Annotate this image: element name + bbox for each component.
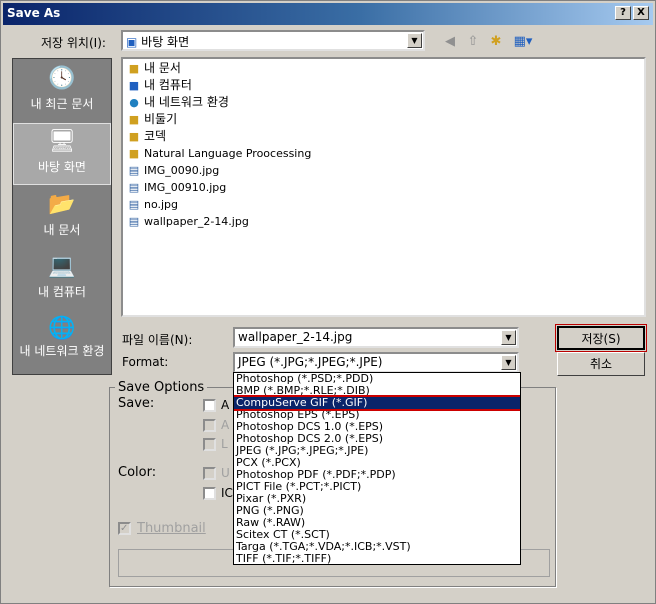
image-file-icon: ▤: [128, 164, 140, 177]
color-option-label: IC: [221, 486, 233, 500]
filename-value: wallpaper_2-14.jpg: [238, 330, 353, 344]
color-option-checkbox[interactable]: [203, 487, 216, 500]
chevron-down-icon[interactable]: ▼: [501, 330, 516, 345]
thumbnail-checkbox: ✓: [118, 522, 131, 535]
filename-combo[interactable]: wallpaper_2-14.jpg ▼: [233, 327, 519, 348]
network-icon: ●: [129, 96, 139, 109]
filename-label: 파일 이름(N):: [122, 333, 193, 347]
save-option-label: A: [221, 398, 230, 412]
format-dropdown-list[interactable]: Photoshop (*.PSD;*.PDD) BMP (*.BMP;*.RLE;…: [233, 372, 521, 565]
list-item[interactable]: ■ 비둘기: [127, 111, 177, 128]
image-file-icon: ▤: [128, 215, 140, 228]
save-label: Save:: [118, 396, 155, 411]
place-recent-documents[interactable]: 🕓 내 최근 문서: [13, 61, 111, 123]
format-option[interactable]: TIFF (*.TIF;*.TIFF): [234, 553, 520, 565]
save-option-checkbox[interactable]: [203, 399, 216, 412]
list-item[interactable]: ▤ IMG_0090.jpg: [127, 162, 219, 179]
place-label: 내 최근 문서: [30, 97, 94, 111]
save-in-combo[interactable]: ▣ 바탕 화면 ▼: [121, 30, 425, 51]
format-combo[interactable]: JPEG (*.JPG;*.JPEG;*.JPE) ▼: [233, 352, 519, 373]
place-desktop[interactable]: 🖥 바탕 화면: [13, 123, 111, 185]
list-item[interactable]: ▤ IMG_00910.jpg: [127, 179, 226, 196]
color-option-label: U: [221, 466, 230, 480]
chevron-down-icon[interactable]: ▼: [407, 33, 422, 48]
place-my-computer[interactable]: 💻 내 컴퓨터: [13, 249, 111, 311]
back-icon[interactable]: ◀: [441, 33, 459, 51]
desktop-small-icon: ▣: [126, 35, 142, 49]
network-places-icon: 🌐: [48, 316, 76, 341]
image-file-icon: ▤: [128, 198, 140, 211]
title-bar[interactable]: Save As ? X: [3, 3, 653, 25]
my-documents-icon: 📂: [48, 192, 76, 217]
save-button[interactable]: 저장(S): [555, 324, 647, 352]
place-network[interactable]: 🌐 내 네트워크 환경: [13, 311, 111, 373]
list-item[interactable]: ■ 코덱: [127, 128, 166, 145]
close-button[interactable]: X: [633, 6, 649, 20]
format-value: JPEG (*.JPG;*.JPEG;*.JPE): [238, 355, 383, 369]
view-menu-icon[interactable]: ▦▾: [511, 33, 535, 51]
place-label: 내 컴퓨터: [38, 285, 86, 299]
cancel-button[interactable]: 취소: [557, 352, 645, 376]
my-computer-icon: 💻: [48, 254, 76, 279]
chevron-down-icon[interactable]: ▼: [501, 355, 516, 370]
folder-icon: ■: [128, 130, 140, 143]
folder-icon: ■: [128, 62, 140, 75]
folder-icon: ■: [128, 147, 140, 160]
window-title: Save As: [7, 6, 61, 20]
thumbnail-label: Thumbnail: [137, 521, 206, 536]
list-item[interactable]: ▤ wallpaper_2-14.jpg: [127, 213, 249, 230]
list-item[interactable]: ■ 내 컴퓨터: [127, 77, 192, 94]
place-my-documents[interactable]: 📂 내 문서: [13, 187, 111, 249]
save-option-label: L: [221, 437, 228, 451]
image-file-icon: ▤: [128, 181, 140, 194]
save-option-checkbox: [203, 438, 216, 451]
help-button[interactable]: ?: [615, 6, 631, 20]
color-label: Color:: [118, 465, 157, 480]
up-folder-icon[interactable]: ⇧: [464, 33, 482, 51]
color-option-checkbox: [203, 467, 216, 480]
save-in-value: 바탕 화면: [141, 35, 190, 49]
computer-icon: ■: [128, 79, 140, 92]
folder-icon: ■: [128, 113, 140, 126]
recent-documents-icon: 🕓: [48, 66, 76, 91]
place-label: 내 문서: [43, 223, 81, 237]
list-item[interactable]: ● 내 네트워크 환경: [127, 94, 229, 111]
new-folder-icon[interactable]: ✱: [487, 33, 505, 51]
format-label: Format:: [122, 355, 169, 369]
list-item[interactable]: ■ Natural Language Proocessing: [127, 145, 312, 162]
list-item[interactable]: ■ 내 문서: [127, 60, 181, 77]
save-options-legend: Save Options: [115, 380, 208, 395]
file-list[interactable]: ■ 내 문서 ■ 내 컴퓨터 ● 내 네트워크 환경 ■ 비둘기 ■ 코덱 ■ Natura…: [121, 57, 646, 317]
save-in-label: 저장 위치(I):: [41, 36, 106, 50]
save-as-dialog: Save As ? X 저장 위치(I): ▣ 바탕 화면 ▼ ◀ ⇧ ✱ ▦▾…: [0, 0, 656, 604]
desktop-icon: 🖥: [48, 129, 76, 154]
place-label: 바탕 화면: [38, 160, 86, 174]
save-option-checkbox: [203, 419, 216, 432]
places-bar: 🕓 내 최근 문서 🖥 바탕 화면 📂 내 문서 💻 내 컴퓨터 🌐 내 네트워…: [12, 58, 112, 375]
place-label: 내 네트워크 환경: [19, 344, 105, 358]
save-option-label: A: [221, 418, 230, 432]
list-item[interactable]: ▤ no.jpg: [127, 196, 178, 213]
